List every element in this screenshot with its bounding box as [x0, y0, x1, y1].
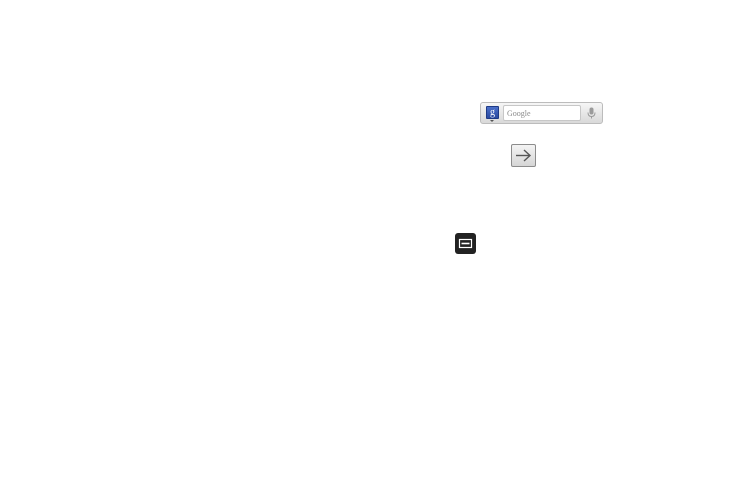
menu-key[interactable] — [455, 233, 476, 254]
search-input[interactable] — [503, 105, 581, 121]
page: g — [0, 0, 734, 490]
arrow-right-icon — [516, 149, 532, 162]
google-search-widget: g — [480, 102, 603, 124]
dropdown-caret-icon — [490, 120, 494, 122]
menu-icon — [458, 238, 473, 249]
search-provider-button[interactable]: g — [484, 105, 501, 122]
google-g-icon: g — [486, 106, 499, 119]
go-arrow-key[interactable] — [511, 144, 536, 167]
voice-search-button[interactable] — [583, 105, 600, 121]
microphone-icon — [587, 107, 596, 119]
